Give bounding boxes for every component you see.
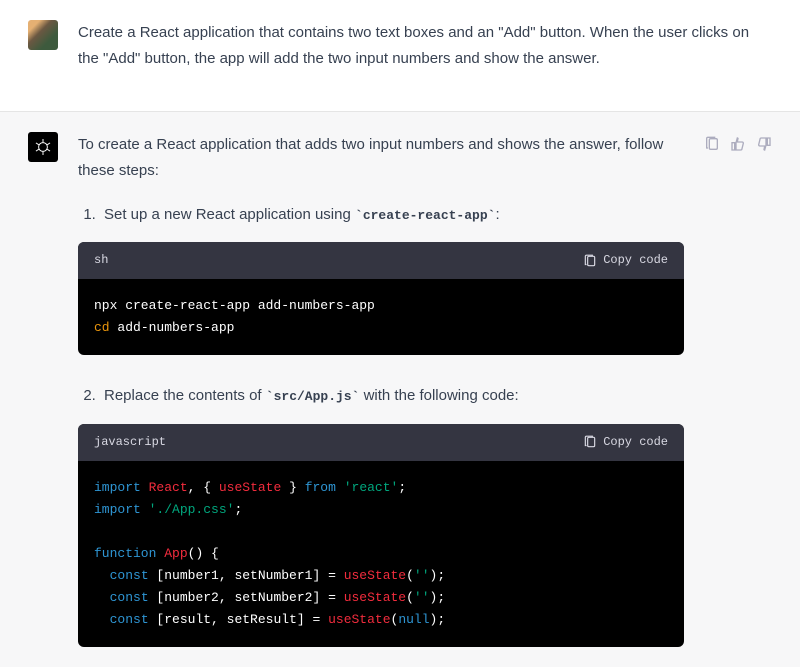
step-2: Replace the contents of `src/App.js` wit…: [100, 383, 684, 409]
message-actions: [704, 132, 772, 648]
code-lang: javascript: [94, 432, 166, 453]
step-list-1: Set up a new React application using `cr…: [78, 202, 684, 228]
code-block-sh: sh Copy code npx create-react-app add-nu…: [78, 242, 684, 355]
user-message: Create a React application that contains…: [0, 0, 800, 111]
assistant-message: To create a React application that adds …: [0, 111, 800, 667]
step-list-2: Replace the contents of `src/App.js` wit…: [78, 383, 684, 409]
user-avatar: [28, 20, 58, 50]
code-lang: sh: [94, 250, 108, 271]
user-content: Create a React application that contains…: [78, 20, 772, 91]
assistant-content: To create a React application that adds …: [78, 132, 684, 648]
thumbs-down-icon[interactable]: [756, 136, 772, 152]
code-body: import React, { useState } from 'react';…: [78, 461, 684, 648]
clipboard-icon: [583, 435, 597, 449]
assistant-avatar: [28, 132, 58, 162]
clipboard-icon[interactable]: [704, 136, 720, 152]
inline-code: `src/App.js`: [266, 389, 360, 404]
copy-code-button[interactable]: Copy code: [583, 432, 668, 453]
inline-code: `create-react-app`: [355, 208, 495, 223]
openai-logo-icon: [33, 137, 53, 157]
user-text: Create a React application that contains…: [78, 20, 772, 73]
assistant-intro: To create a React application that adds …: [78, 132, 684, 185]
step-1: Set up a new React application using `cr…: [100, 202, 684, 228]
code-block-js: javascript Copy code import React, { use…: [78, 424, 684, 648]
code-body: npx create-react-app add-numbers-app cd …: [78, 279, 684, 355]
code-header: javascript Copy code: [78, 424, 684, 461]
thumbs-up-icon[interactable]: [730, 136, 746, 152]
code-header: sh Copy code: [78, 242, 684, 279]
clipboard-icon: [583, 254, 597, 268]
copy-code-button[interactable]: Copy code: [583, 250, 668, 271]
